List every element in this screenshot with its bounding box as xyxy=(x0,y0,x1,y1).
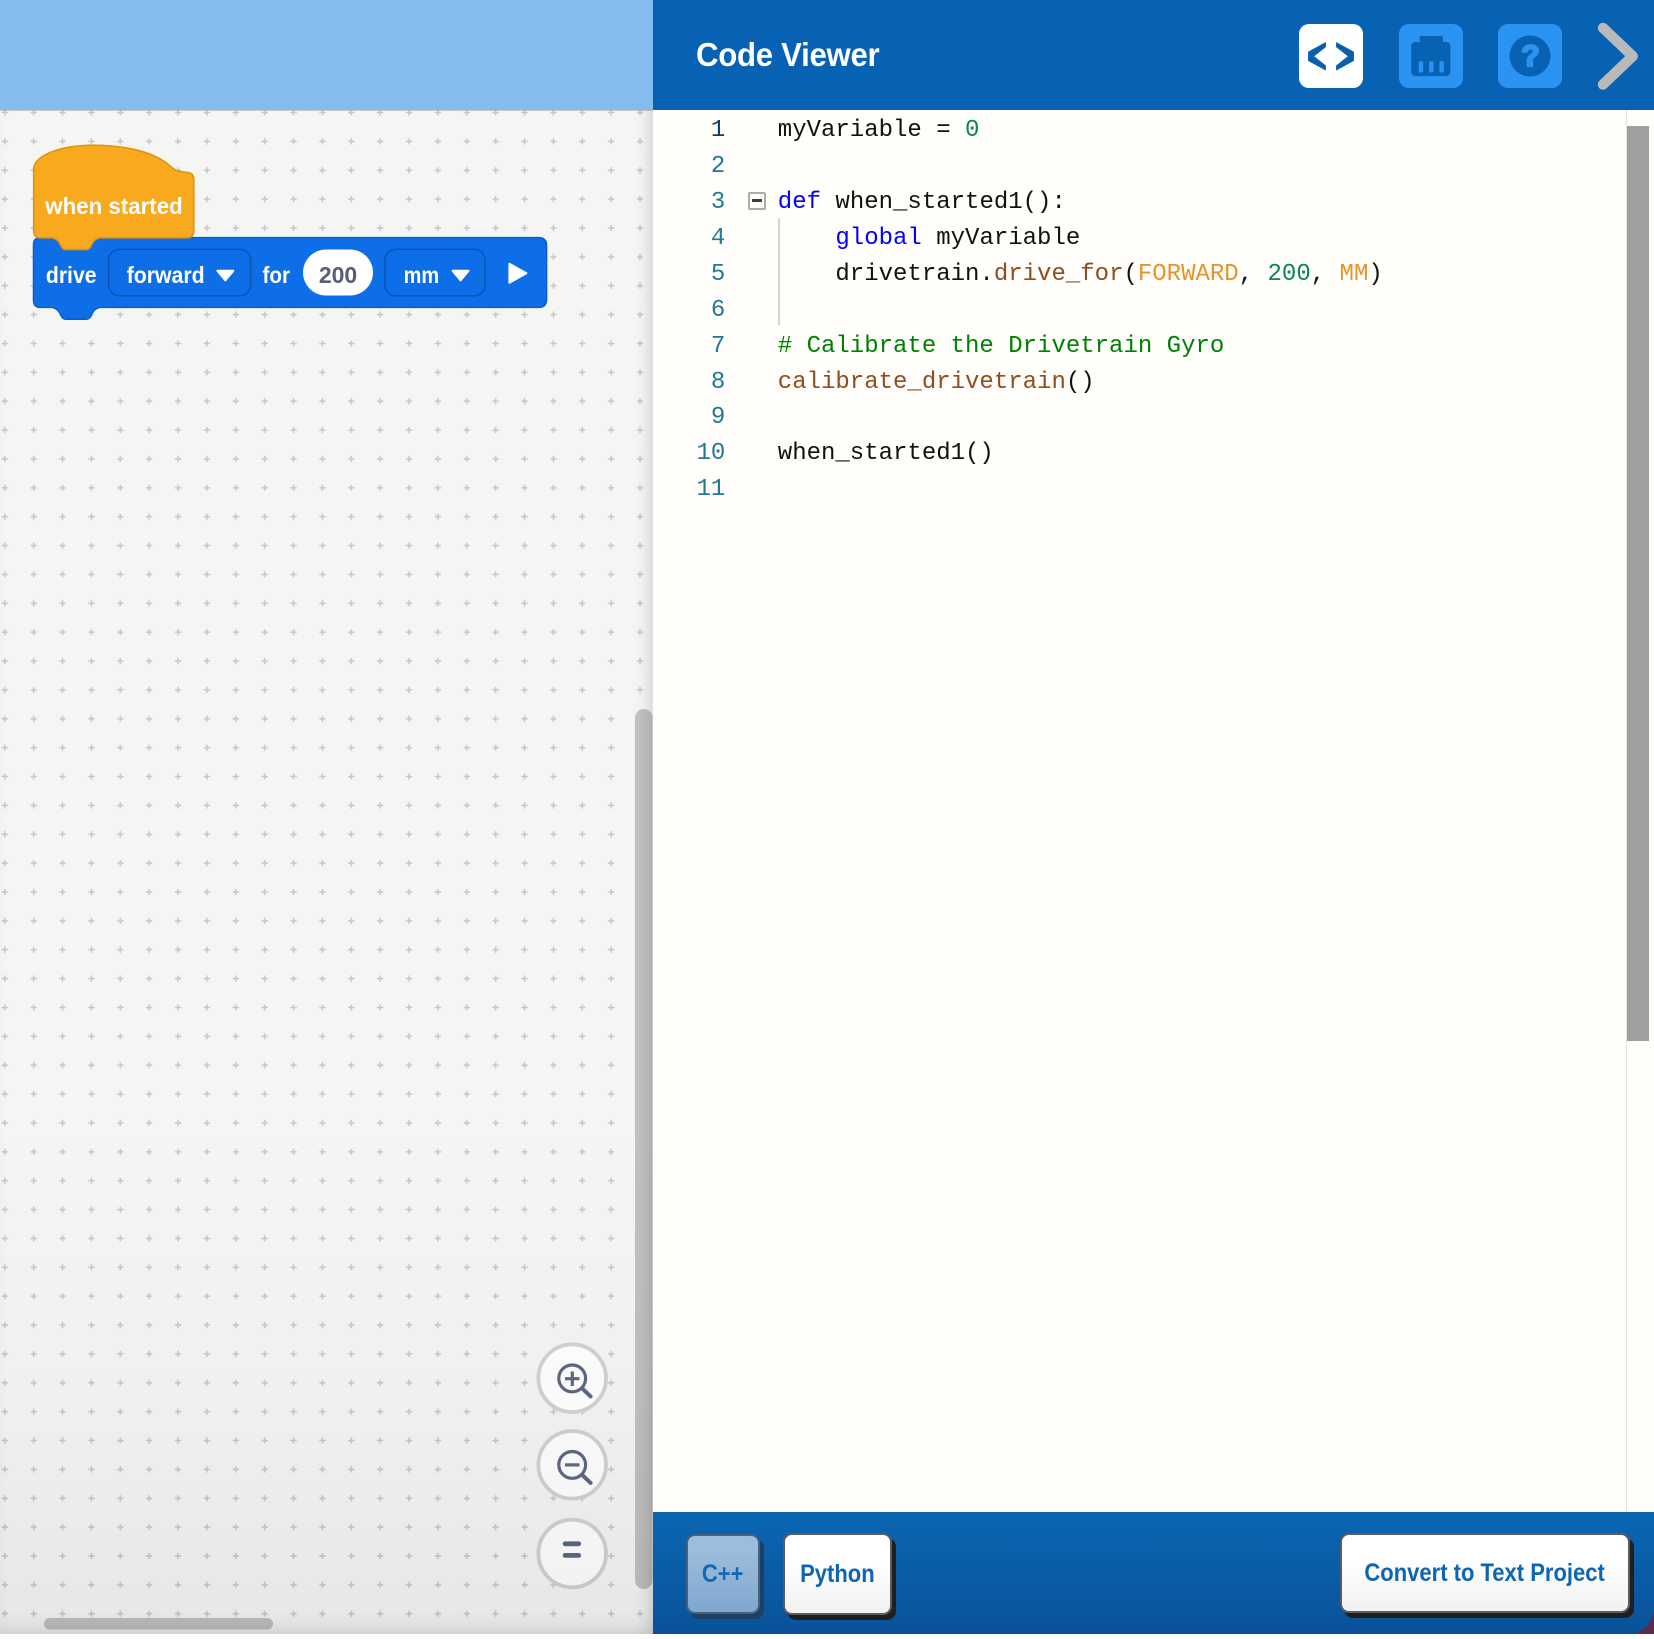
svg-text:?: ? xyxy=(1521,40,1539,73)
